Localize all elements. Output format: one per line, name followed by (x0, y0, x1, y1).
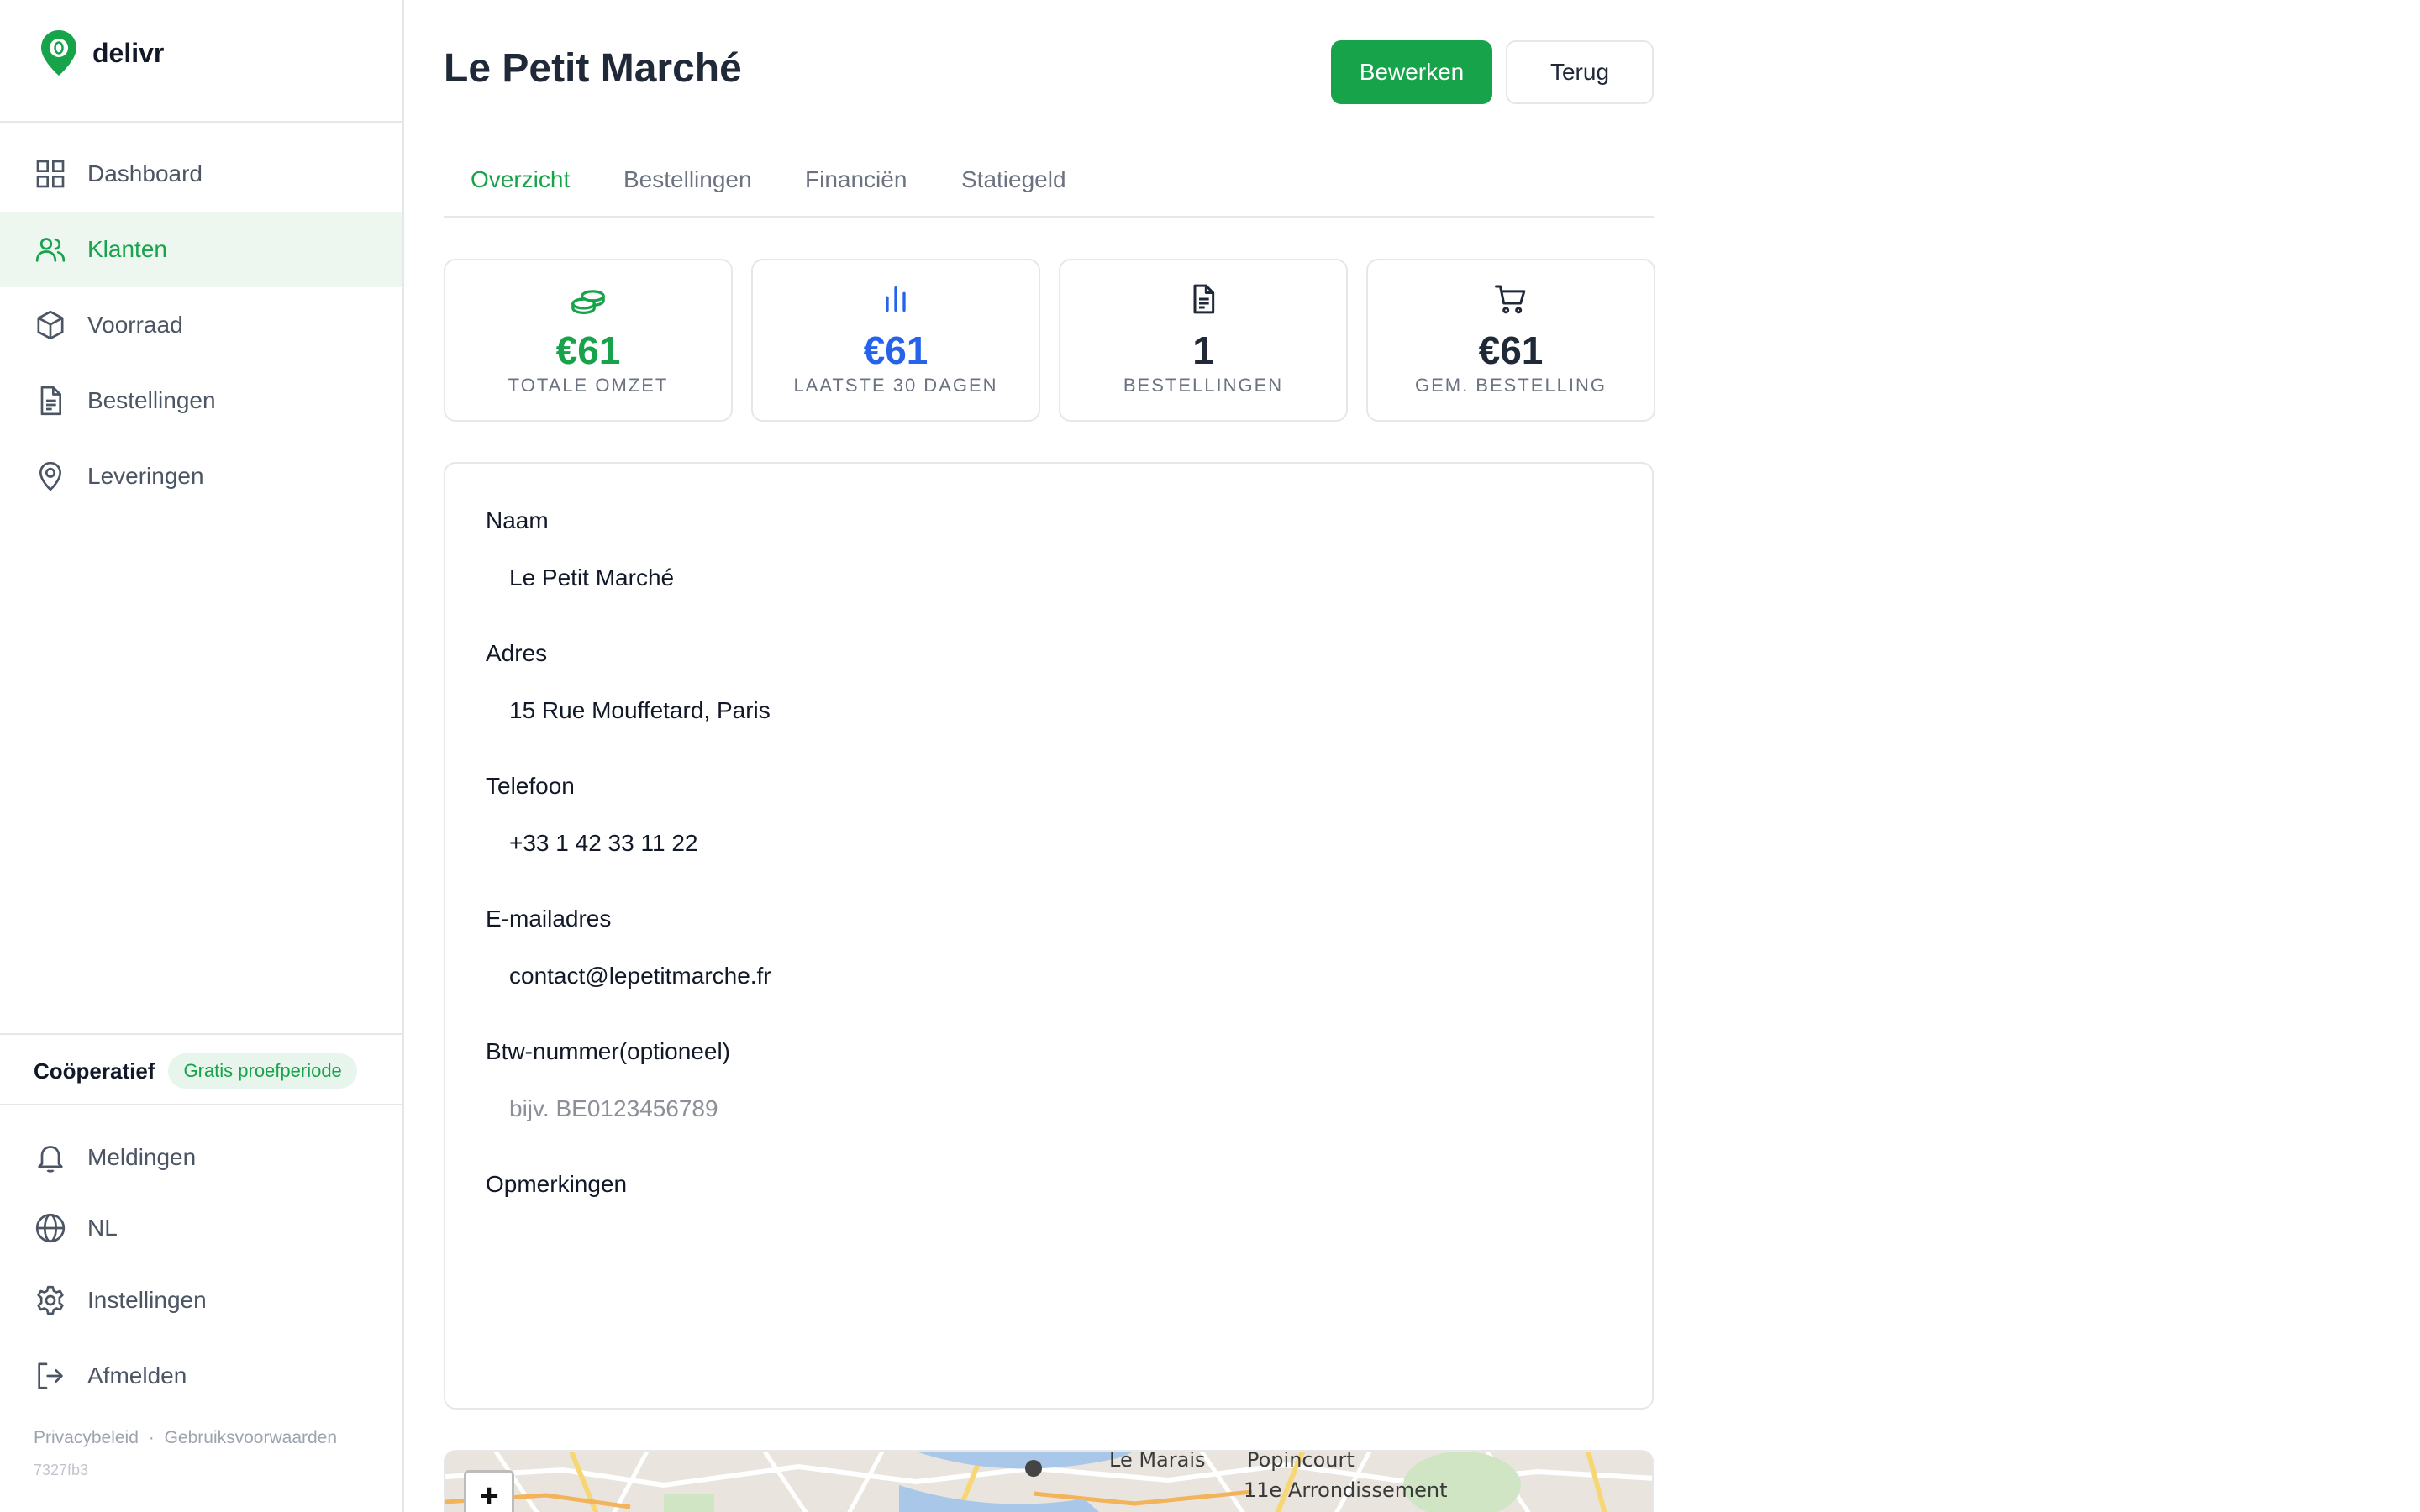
stat-caption: TOTALE OMZET (508, 375, 669, 396)
vat-label: Btw-nummer(optioneel) (486, 1038, 730, 1064)
sidebar-item-klanten[interactable]: Klanten (0, 212, 402, 287)
stat-card-total-revenue: €61 TOTALE OMZET (444, 259, 733, 422)
terms-link[interactable]: Gebruiksvoorwaarden (165, 1428, 337, 1447)
map-pin-logo-icon (41, 30, 76, 76)
document-icon (1193, 284, 1215, 314)
stat-card-orders: 1 BESTELLINGEN (1059, 259, 1348, 422)
customer-details-card: Naam Le Petit Marché Adres 15 Rue Mouffe… (444, 462, 1654, 1410)
cart-icon (1495, 285, 1526, 314)
sidebar-item-label: Bestellingen (87, 387, 216, 413)
stat-card-average-order: €61 GEM. BESTELLING (1366, 259, 1655, 422)
map-zoom-in-button[interactable]: + (464, 1470, 514, 1512)
globe-icon (35, 1213, 66, 1243)
coins-icon (571, 290, 605, 315)
location-map[interactable]: + Le Marais Popincourt 11e Arrondissemen… (444, 1450, 1654, 1512)
map-label: Le Marais (1109, 1450, 1206, 1472)
sidebar: delivr Dashboard Klanten Voorraad Bestel… (0, 0, 404, 1512)
tab-bar: Overzicht Bestellingen Financiën Statieg… (444, 150, 1654, 218)
sidebar-item-voorraad[interactable]: Voorraad (0, 287, 402, 363)
document-icon (40, 386, 61, 416)
app-version: 7327fb3 (34, 1462, 89, 1478)
page-title: Le Petit Marché (444, 46, 742, 91)
address-value: 15 Rue Mouffetard, Paris (509, 697, 771, 723)
tab-statiegeld[interactable]: Statiegeld (961, 166, 1066, 193)
phone-label: Telefoon (486, 773, 575, 799)
stat-caption: GEM. BESTELLING (1414, 375, 1607, 396)
box-icon (37, 310, 64, 340)
sidebar-item-dashboard[interactable]: Dashboard (0, 136, 402, 212)
bar-chart-icon (886, 286, 906, 312)
language-label: NL (87, 1215, 118, 1241)
grid-icon (36, 160, 65, 188)
tab-financien[interactable]: Financiën (805, 166, 907, 193)
privacy-link[interactable]: Privacybeleid (34, 1428, 139, 1447)
sidebar-item-label: Meldingen (87, 1144, 197, 1170)
logout-icon (38, 1362, 63, 1389)
phone-value: +33 1 42 33 11 22 (509, 830, 698, 856)
stat-caption: LAATSTE 30 DAGEN (793, 375, 998, 396)
sidebar-divider (0, 1033, 402, 1035)
sidebar-item-label: Instellingen (87, 1287, 207, 1313)
edit-button[interactable]: Bewerken (1331, 40, 1492, 104)
tab-bestellingen[interactable]: Bestellingen (623, 166, 752, 193)
stat-caption: BESTELLINGEN (1123, 375, 1284, 396)
back-button[interactable]: Terug (1506, 40, 1654, 104)
brand-name: delivr (92, 37, 165, 68)
stat-value: €61 (863, 328, 929, 372)
footer-links: Privacybeleid · Gebruiksvoorwaarden (34, 1428, 337, 1448)
stat-value: 1 (1192, 328, 1214, 372)
stat-value: €61 (555, 328, 621, 372)
vat-value-placeholder: bijv. BE0123456789 (509, 1095, 718, 1121)
sidebar-item-label: Dashboard (87, 160, 203, 186)
email-label: E-mailadres (486, 906, 612, 932)
map-label: Popincourt (1247, 1450, 1355, 1472)
address-label: Adres (486, 640, 548, 666)
footer-separator: · (148, 1428, 155, 1447)
sidebar-item-leveringen[interactable]: Leveringen (0, 438, 402, 514)
sidebar-divider (0, 1104, 402, 1105)
notes-label: Opmerkingen (486, 1171, 628, 1197)
language-selector[interactable]: NL (0, 1190, 402, 1266)
tab-overzicht[interactable]: Overzicht (471, 166, 570, 193)
bell-icon (38, 1146, 63, 1173)
name-label: Naam (486, 507, 549, 533)
sidebar-item-label: Leveringen (87, 463, 204, 489)
sidebar-item-label: Klanten (87, 236, 167, 262)
email-value: contact@lepetitmarche.fr (509, 963, 771, 989)
sidebar-item-label: Voorraad (87, 312, 183, 338)
users-icon (35, 238, 66, 262)
sidebar-item-bestellingen[interactable]: Bestellingen (0, 363, 402, 438)
sidebar-item-label: Afmelden (87, 1362, 187, 1389)
sidebar-divider (0, 121, 402, 123)
gear-icon (37, 1285, 64, 1315)
stat-value: €61 (1478, 328, 1544, 372)
map-tiles (445, 1452, 1652, 1512)
logout-button[interactable]: Afmelden (0, 1338, 402, 1414)
organization-switcher[interactable]: Coöperatief Gratis proefperiode (34, 1053, 357, 1089)
sidebar-item-instellingen[interactable]: Instellingen (0, 1263, 402, 1338)
organization-name: Coöperatief (34, 1058, 155, 1084)
sidebar-item-meldingen[interactable]: Meldingen (0, 1120, 402, 1195)
stat-card-last-30-days: €61 LAATSTE 30 DAGEN (751, 259, 1040, 422)
map-pin-icon (39, 461, 62, 491)
logo[interactable]: delivr (39, 29, 164, 77)
map-label: 11e Arrondissement (1244, 1478, 1448, 1502)
name-value: Le Petit Marché (509, 564, 675, 591)
trial-badge: Gratis proefperiode (168, 1053, 357, 1089)
